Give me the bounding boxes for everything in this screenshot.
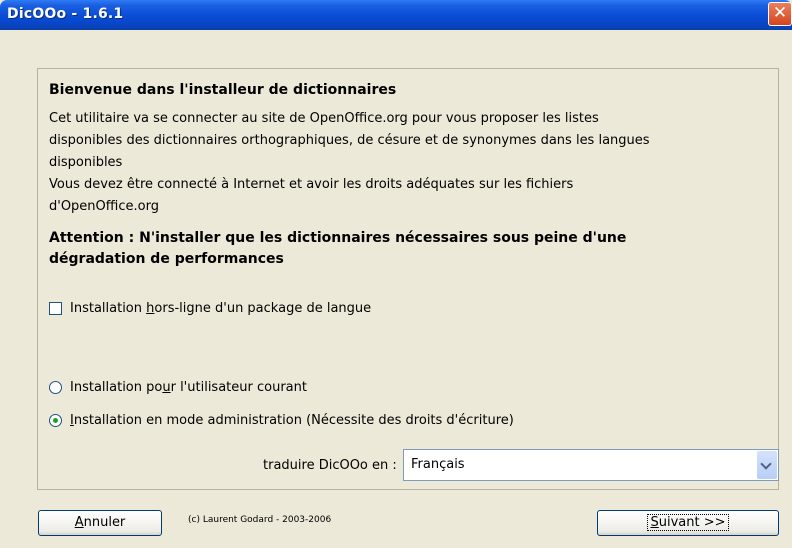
offline-install-checkbox[interactable] — [49, 302, 62, 315]
offline-install-label[interactable]: Installation hors-ligne d'un package de … — [70, 301, 371, 316]
close-icon: ✕ — [772, 3, 788, 23]
language-select[interactable]: Français — [403, 449, 779, 481]
translate-label: traduire DicOOo en : — [263, 458, 397, 473]
radio-current-user[interactable] — [49, 381, 62, 394]
warning-line: dégradation de performances — [49, 251, 284, 267]
description-line: Cet utilitaire va se connecter au site d… — [49, 111, 599, 126]
radio-selected-dot — [53, 418, 58, 423]
description-line: d'OpenOffice.org — [49, 199, 159, 214]
copyright-credit: (c) Laurent Godard - 2003-2006 — [188, 515, 332, 525]
cancel-button[interactable]: Annuler — [38, 510, 162, 536]
radio-admin-mode[interactable] — [49, 414, 62, 427]
description-line: disponibles — [49, 155, 123, 170]
description-line: Vous devez être connecté à Internet et a… — [49, 177, 574, 192]
heading: Bienvenue dans l'installeur de dictionna… — [49, 82, 397, 98]
title-bar: DicOOo - 1.6.1 ✕ — [0, 0, 792, 30]
description-line: disponibles des dictionnaires orthograph… — [49, 133, 650, 148]
next-button-label: Suivant >> — [647, 514, 729, 531]
next-button[interactable]: Suivant >> — [597, 510, 779, 536]
warning-line: Attention : N'installer que les dictionn… — [49, 230, 627, 246]
window-title: DicOOo - 1.6.1 — [7, 6, 124, 22]
radio-current-user-label[interactable]: Installation pour l'utilisateur courant — [70, 380, 307, 395]
radio-admin-mode-label[interactable]: Installation en mode administration (Néc… — [70, 413, 514, 428]
chevron-down-icon[interactable] — [757, 451, 777, 479]
language-select-value: Français — [411, 457, 465, 472]
close-button[interactable]: ✕ — [768, 2, 792, 26]
